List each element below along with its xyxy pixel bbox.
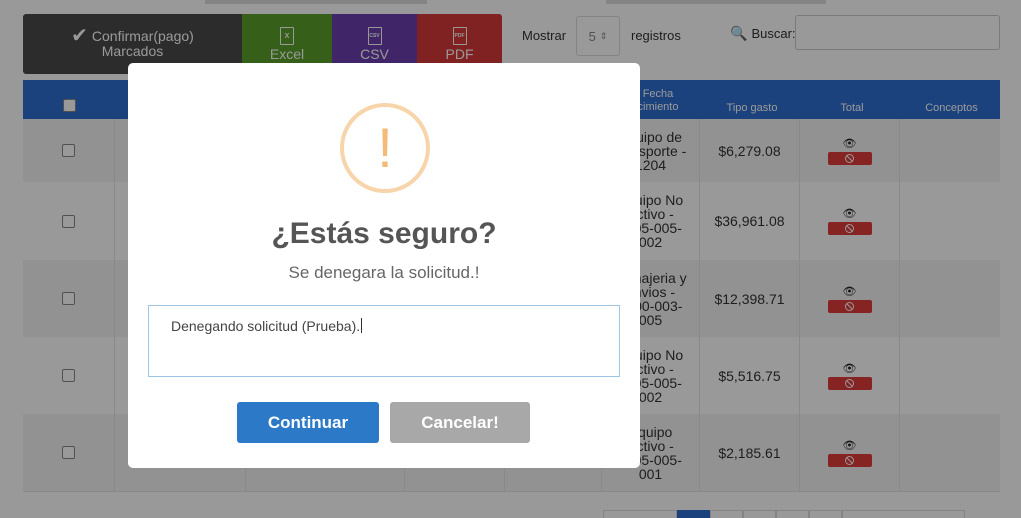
reason-input[interactable]: Denegando solicitud (Prueba).: [148, 305, 620, 377]
cancel-button[interactable]: Cancelar!: [390, 402, 530, 443]
warning-icon-glyph: !: [377, 116, 393, 179]
text-caret: [361, 318, 363, 333]
reason-input-value: Denegando solicitud (Prueba).: [171, 318, 361, 334]
confirm-dialog: ! ¿Estás seguro? Se denegara la solicitu…: [128, 63, 640, 468]
dialog-title: ¿Estás seguro?: [271, 217, 497, 250]
dialog-text: Se denegara la solicitud.!: [288, 263, 480, 282]
warning-icon: !: [340, 103, 430, 193]
continue-button[interactable]: Continuar: [237, 402, 379, 443]
